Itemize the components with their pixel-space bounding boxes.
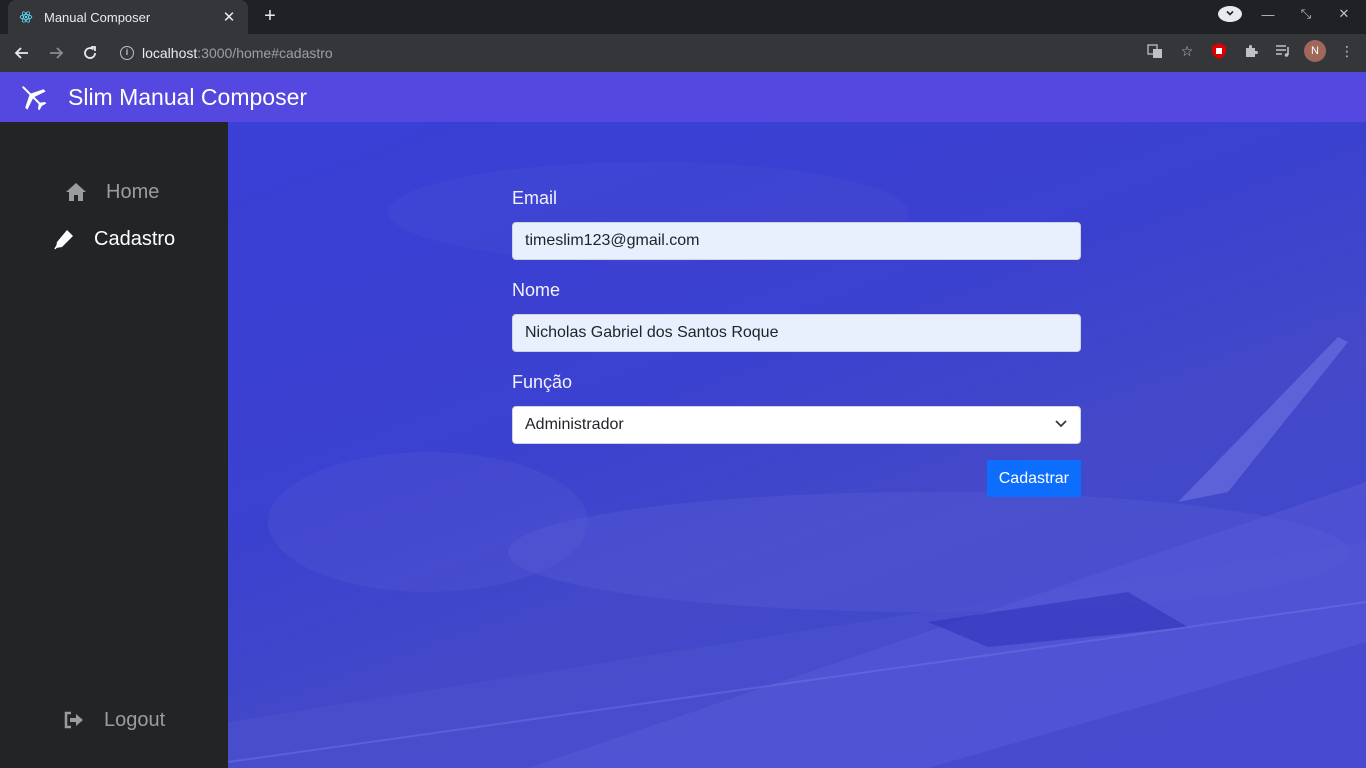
url-path: :3000/home#cadastro [197,45,333,61]
toolbar-icons: ☆ N ⋮ [1144,40,1358,62]
nome-field[interactable]: Nicholas Gabriel dos Santos Roque [512,314,1081,352]
form-actions: Cadastrar [512,460,1081,497]
back-icon[interactable] [6,37,38,69]
media-queue-icon[interactable] [1272,40,1294,62]
app-title: Slim Manual Composer [68,83,308,110]
star-icon[interactable]: ☆ [1176,40,1198,62]
sidebar-item-cadastro[interactable]: Cadastro [52,227,175,251]
email-label: Email [512,188,558,208]
email-field[interactable]: timeslim123@gmail.com [512,222,1081,260]
window-controls: — ⤡ ✕ [1218,6,1356,22]
puzzle-icon[interactable] [1240,40,1262,62]
tab-title: Manual Composer [44,9,151,25]
translate-icon[interactable] [1144,40,1166,62]
nome-group: Nome Nicholas Gabriel dos Santos Roque [512,280,1081,352]
info-icon[interactable]: i [120,46,134,60]
sidebar-item-home[interactable]: Home [64,180,159,204]
sidebar-item-label: Home [106,180,160,203]
chevron-down-icon [1054,416,1068,435]
sidebar-item-label: Cadastro [94,227,176,250]
cadastro-form: Email timeslim123@gmail.com Nome Nichola… [512,188,1081,497]
email-group: Email timeslim123@gmail.com [512,188,1081,260]
funcao-selected-value: Administrador [525,416,624,433]
funcao-select[interactable]: Administrador [512,406,1081,444]
restore-icon[interactable]: ⤡ [1294,6,1318,22]
nome-label: Nome [512,280,561,300]
cadastrar-button[interactable]: Cadastrar [986,460,1081,497]
browser-tabbar: Manual Composer ✕ + — ⤡ ✕ [0,0,1366,34]
main-content: Email timeslim123@gmail.com Nome Nichola… [228,122,1366,768]
sidebar-item-logout[interactable]: Logout [62,708,165,732]
sidebar: Home Cadastro Logout [0,122,228,768]
profile-dropdown-icon[interactable] [1218,6,1242,22]
reload-icon[interactable] [74,37,106,69]
forward-icon[interactable] [40,37,72,69]
browser-tab[interactable]: Manual Composer ✕ [8,0,248,34]
url-host: localhost [142,45,198,61]
app-header: Slim Manual Composer [0,72,1366,122]
profile-avatar[interactable]: N [1304,40,1326,62]
funcao-label: Função [512,372,573,392]
menu-icon[interactable]: ⋮ [1336,40,1358,62]
close-tab-icon[interactable]: ✕ [220,8,238,26]
sidebar-item-label: Logout [104,708,166,731]
react-icon [18,9,34,25]
sign-out-icon [62,708,86,732]
funcao-group: Função Administrador [512,372,1081,444]
airplane-icon [16,80,50,114]
pen-icon [52,227,76,251]
extension-shield-icon[interactable] [1208,40,1230,62]
home-icon [64,180,88,204]
address-bar[interactable]: i localhost:3000/home#cadastro [112,38,1158,68]
browser-toolbar: i localhost:3000/home#cadastro ☆ N ⋮ [0,34,1366,72]
minimize-icon[interactable]: — [1256,7,1280,22]
new-tab-button[interactable]: + [258,4,282,28]
close-window-icon[interactable]: ✕ [1332,6,1356,22]
